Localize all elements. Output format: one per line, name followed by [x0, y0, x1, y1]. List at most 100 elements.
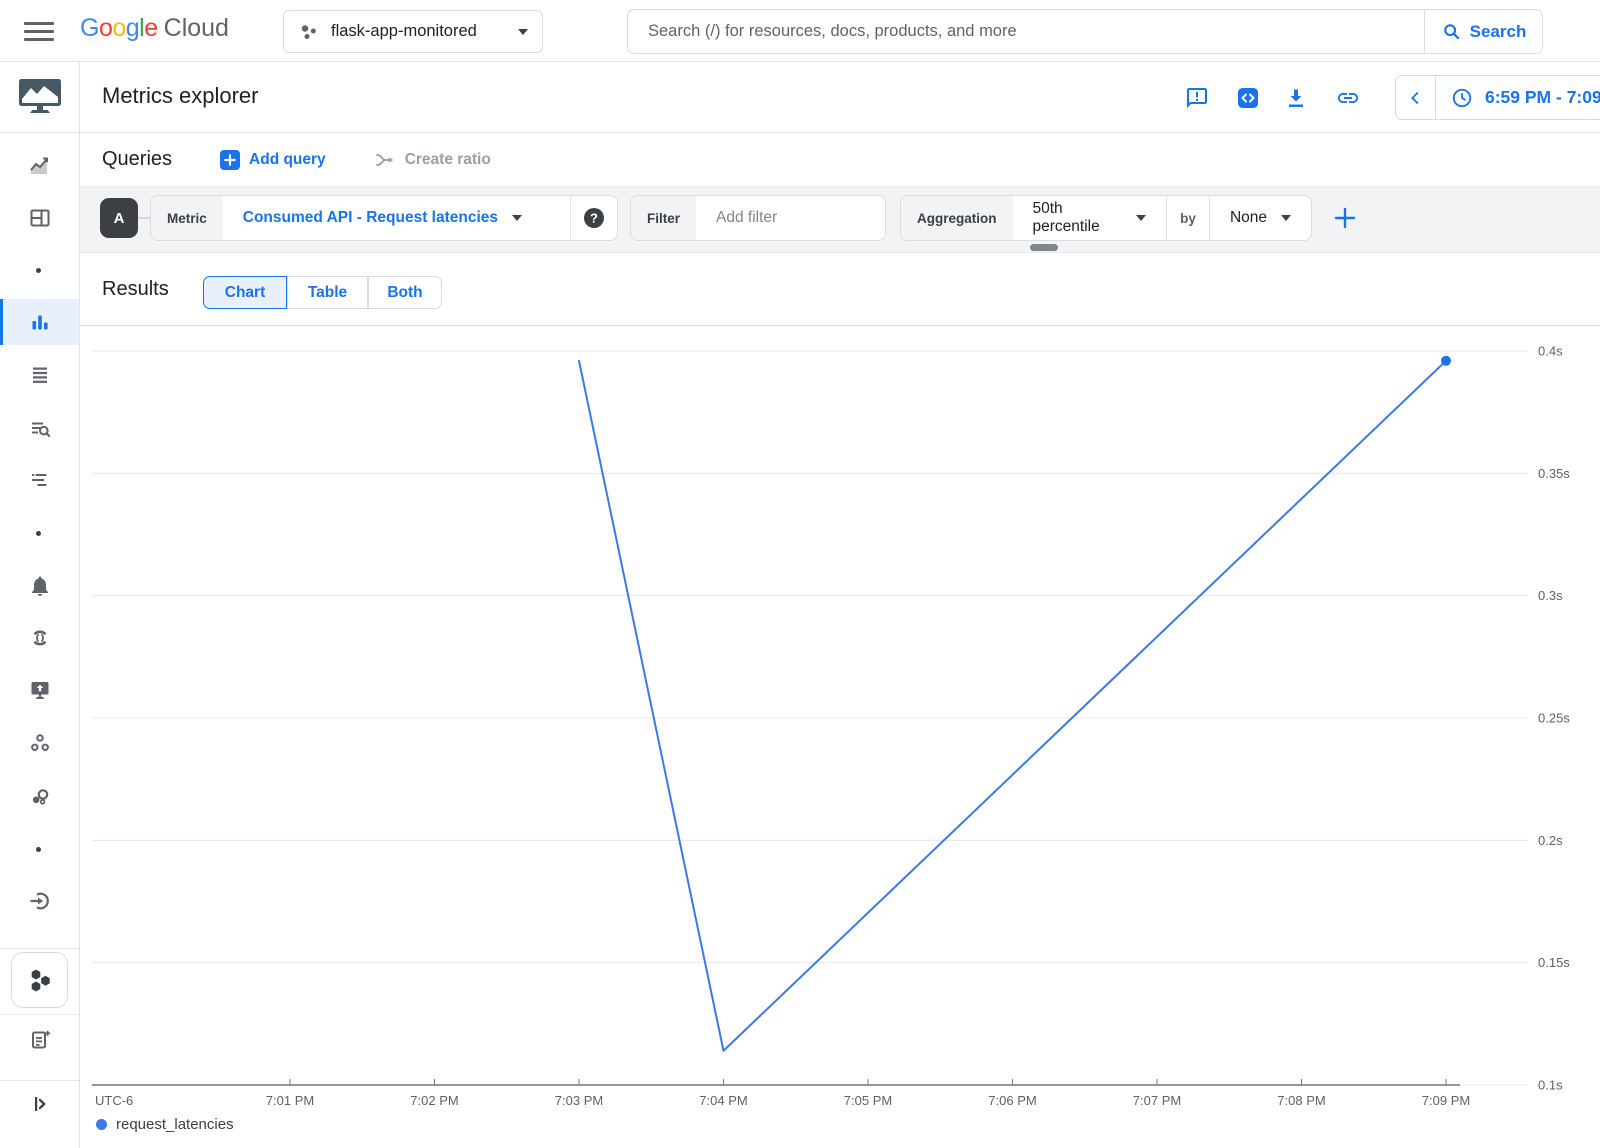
filter-input[interactable]: Add filter	[696, 196, 885, 240]
x-axis-label: 7:07 PM	[1133, 1093, 1181, 1108]
expand-panel-icon	[28, 1092, 52, 1116]
sidebar-item-metrics-explorer[interactable]	[0, 302, 79, 342]
sidebar-item-release-notes[interactable]	[0, 1020, 79, 1060]
main-content: Metrics explorer	[80, 62, 1600, 1148]
logo-letter: o	[112, 14, 125, 42]
chevron-down-icon	[1136, 215, 1146, 221]
sidebar-divider	[0, 1080, 79, 1081]
filter-label: Filter	[631, 196, 696, 240]
x-axis-label: 7:09 PM	[1422, 1093, 1470, 1108]
sidebar-item-trace[interactable]	[0, 460, 79, 500]
search-button-label: Search	[1470, 22, 1527, 42]
badge-connector	[138, 217, 150, 219]
add-another-query-button[interactable]	[1326, 195, 1364, 241]
x-axis-label: 7:04 PM	[699, 1093, 747, 1108]
feedback-icon[interactable]	[1185, 86, 1209, 110]
sidebar-item-integrations[interactable]	[0, 776, 79, 816]
sidebar-expand-button[interactable]	[0, 1084, 79, 1124]
metric-select[interactable]: Consumed API - Request latencies	[223, 196, 570, 240]
time-range-button[interactable]: 6:59 PM - 7:09 PM	[1436, 87, 1600, 109]
tab-both[interactable]: Both	[368, 276, 442, 309]
resize-drag-handle[interactable]	[1030, 244, 1058, 251]
document-add-icon	[28, 1028, 52, 1052]
x-axis-label: 7:05 PM	[844, 1093, 892, 1108]
menu-icon[interactable]	[24, 17, 56, 45]
group-by-select[interactable]: None	[1210, 196, 1311, 240]
y-axis-label: 0.15s	[1538, 955, 1570, 970]
logo-letter: o	[99, 14, 112, 42]
add-query-button[interactable]: Add query	[220, 150, 326, 170]
metrics-explorer-icon	[28, 310, 52, 334]
sidebar-collapsed-dot	[36, 847, 41, 852]
page-header: Metrics explorer	[80, 62, 1600, 133]
sidebar-item-groups[interactable]	[0, 723, 79, 763]
trace-spans-icon	[28, 468, 52, 492]
sidebar-item-settings-input[interactable]	[0, 881, 79, 921]
logo-letter: e	[144, 14, 157, 42]
sidebar-item-monitoring-home[interactable]	[0, 62, 79, 133]
link-icon[interactable]	[1336, 86, 1360, 110]
integrations-circles-icon	[28, 784, 52, 808]
page-title: Metrics explorer	[102, 83, 258, 109]
log-search-icon	[28, 416, 52, 440]
x-axis-label: 7:06 PM	[988, 1093, 1036, 1108]
google-cloud-logo: GoogleCloud	[80, 14, 229, 43]
create-ratio-label: Create ratio	[405, 151, 491, 169]
input-arrow-icon	[28, 889, 52, 913]
list-lines-icon	[28, 362, 52, 386]
add-icon	[220, 150, 240, 170]
ratio-merge-icon	[374, 149, 396, 171]
add-query-label: Add query	[249, 151, 326, 169]
x-axis-label: 7:02 PM	[410, 1093, 458, 1108]
aggregation-select[interactable]: 50th percentile	[1013, 196, 1167, 240]
bell-icon	[28, 574, 52, 598]
sidebar-item-log-search[interactable]	[0, 408, 79, 448]
chevron-down-icon	[518, 29, 528, 35]
clock-icon	[1451, 87, 1473, 109]
plus-icon	[1332, 205, 1358, 231]
search-button[interactable]: Search	[1424, 10, 1542, 53]
metric-pill: Metric Consumed API - Request latencies …	[150, 195, 618, 241]
project-name: flask-app-monitored	[331, 22, 507, 41]
download-icon[interactable]	[1284, 86, 1308, 110]
hexagons-icon	[24, 965, 56, 996]
results-title: Results	[102, 278, 169, 301]
sidebar-item-alerting[interactable]	[0, 566, 79, 606]
filter-pill: Filter Add filter	[630, 195, 886, 241]
search-input[interactable]	[628, 10, 1424, 53]
sidebar-item-dashboards[interactable]	[0, 198, 79, 238]
project-selector[interactable]: flask-app-monitored	[283, 10, 543, 53]
dashboards-icon	[28, 206, 52, 230]
code-icon[interactable]	[1236, 86, 1260, 110]
logo-letter: g	[126, 14, 139, 42]
sidebar-item-policies[interactable]	[0, 354, 79, 394]
y-axis-label: 0.3s	[1538, 588, 1563, 603]
legend-item[interactable]: request_latencies	[96, 1116, 234, 1133]
tab-table[interactable]: Table	[287, 276, 368, 309]
tab-chart[interactable]: Chart	[203, 276, 287, 309]
metric-help-button[interactable]: ?	[571, 196, 617, 240]
group-by-value: None	[1230, 209, 1267, 227]
latency-line-chart: 0.4s0.35s0.3s0.25s0.2s0.15s0.1s7:01 PM7:…	[80, 326, 1600, 1148]
sidebar-item-services[interactable]	[0, 618, 79, 658]
query-builder-row: A Metric Consumed API - Request latencie…	[80, 186, 1600, 253]
sidebar-collapsed-dot	[36, 531, 41, 536]
sidebar-item-kubernetes[interactable]	[11, 952, 68, 1008]
overview-chart-icon	[28, 153, 52, 177]
results-section-header: Results Chart Table Both	[80, 253, 1600, 325]
time-range-back-button[interactable]	[1396, 76, 1436, 119]
y-axis-label: 0.4s	[1538, 344, 1563, 359]
global-search: Search	[627, 9, 1543, 54]
query-badge[interactable]: A	[100, 198, 138, 238]
chevron-left-icon	[1405, 87, 1427, 109]
groups-circles-icon	[28, 731, 52, 755]
sidebar-item-uptime-checks[interactable]	[0, 670, 79, 710]
y-axis-label: 0.1s	[1538, 1078, 1563, 1093]
help-icon: ?	[583, 207, 605, 229]
sidebar-item-overview[interactable]	[0, 145, 79, 185]
sidebar-divider	[0, 948, 79, 949]
series-end-point	[1441, 356, 1451, 366]
chart-panel: 0.4s0.35s0.3s0.25s0.2s0.15s0.1s7:01 PM7:…	[80, 325, 1600, 1148]
aggregation-label: Aggregation	[901, 196, 1013, 240]
create-ratio-button[interactable]: Create ratio	[374, 149, 491, 171]
